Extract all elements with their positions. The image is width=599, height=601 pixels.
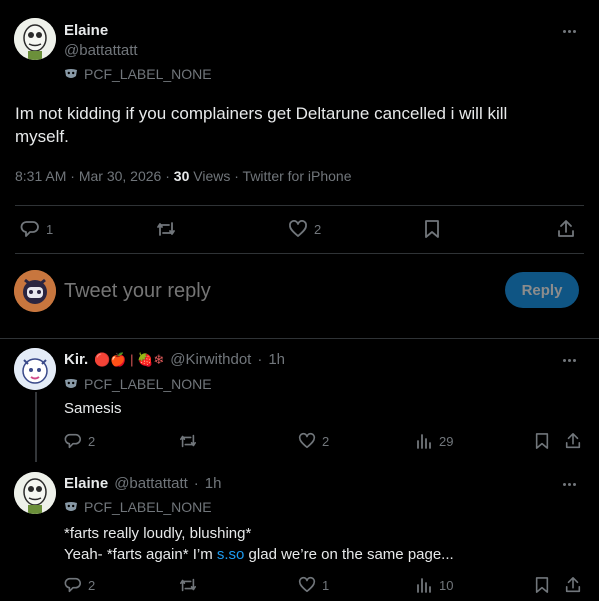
reply-avatar[interactable]	[14, 472, 56, 514]
reply-button[interactable]: 2	[64, 432, 95, 450]
reply-time[interactable]: 1h	[205, 475, 222, 492]
reply-time[interactable]: 1h	[268, 351, 285, 368]
more-options-button[interactable]	[563, 30, 576, 33]
heart-icon	[289, 220, 307, 237]
more-options-button[interactable]	[563, 359, 576, 362]
views-count: 10	[439, 577, 454, 593]
views-count: 30	[173, 168, 190, 184]
reply-text: *farts really loudly, blushing* Yeah- *f…	[64, 523, 454, 565]
retweet-icon	[179, 578, 197, 592]
more-icon	[563, 483, 576, 486]
share-button[interactable]	[556, 219, 576, 239]
author-avatar[interactable]	[14, 18, 56, 60]
reply-author-handle[interactable]: @Kirwithdot	[170, 351, 251, 368]
reply-author-handle[interactable]: @battattatt	[114, 475, 188, 492]
like-button[interactable]: 2	[288, 219, 321, 239]
retweet-icon	[179, 434, 197, 448]
author-name[interactable]: Elaine	[64, 22, 108, 39]
reply-button[interactable]: 2	[64, 576, 95, 594]
retweet-icon	[157, 222, 175, 236]
analytics-icon	[417, 434, 431, 449]
views-button[interactable]: 10	[415, 576, 453, 594]
like-count: 2	[322, 433, 330, 449]
bookmark-icon	[535, 433, 549, 449]
reply-count: 2	[88, 433, 96, 449]
reply-text-segment: Yeah- *farts again* I’m	[64, 546, 217, 563]
bookmark-button[interactable]	[534, 576, 550, 594]
reply-author-name[interactable]: Elaine	[64, 475, 108, 492]
tweet-date[interactable]: Mar 30, 2026	[79, 168, 162, 184]
heart-icon	[298, 432, 316, 449]
share-button[interactable]	[564, 432, 582, 450]
account-label-text: PCF_LABEL_NONE	[84, 376, 212, 392]
current-user-avatar[interactable]	[14, 270, 56, 312]
views-count: 29	[439, 433, 454, 449]
like-count: 1	[322, 577, 330, 593]
tweet-meta: 8:31 AM · Mar 30, 2026 · 30 Views · Twit…	[15, 168, 352, 184]
account-label: PCF_LABEL_NONE	[64, 66, 212, 82]
analytics-icon	[417, 578, 431, 593]
account-label: PCF_LABEL_NONE	[64, 499, 212, 515]
mask-icon	[65, 502, 77, 511]
like-button[interactable]: 2	[298, 432, 329, 450]
divider	[0, 338, 599, 339]
share-icon	[565, 432, 581, 449]
heart-icon	[298, 576, 316, 593]
reply-text-segment: glad we’re on the same page...	[244, 546, 454, 563]
name-emoji: 🔴🍎 | 🍓❄	[94, 351, 165, 367]
divider	[15, 253, 584, 254]
reply-icon	[64, 577, 81, 593]
text-link[interactable]: s.so	[217, 546, 245, 563]
reply-header: Elaine @battattatt · 1h	[64, 475, 222, 492]
share-icon	[565, 576, 581, 593]
views-button[interactable]: 29	[415, 432, 453, 450]
reply-count: 1	[46, 221, 54, 237]
bookmark-icon	[535, 577, 549, 593]
retweet-button[interactable]	[178, 576, 198, 594]
reply-text: Samesis	[64, 400, 122, 417]
more-icon	[563, 30, 576, 33]
bookmark-button[interactable]	[423, 219, 441, 239]
tweet-text: Im not kidding if you complainers get De…	[15, 104, 508, 146]
reply-avatar[interactable]	[14, 348, 56, 390]
share-button[interactable]	[564, 576, 582, 594]
reply-icon	[20, 221, 39, 237]
account-label: PCF_LABEL_NONE	[64, 376, 212, 392]
account-label-text: PCF_LABEL_NONE	[84, 66, 212, 82]
reply-count: 2	[88, 577, 96, 593]
reply-submit-button[interactable]: Reply	[505, 272, 579, 308]
views-label: Views	[193, 168, 231, 184]
reply-text-line: *farts really loudly, blushing*	[64, 525, 252, 542]
more-options-button[interactable]	[563, 483, 576, 486]
divider	[15, 205, 584, 206]
reply-submit-label: Reply	[521, 281, 563, 299]
mask-icon	[65, 379, 77, 388]
tweet-time[interactable]: 8:31 AM	[15, 168, 66, 184]
retweet-button[interactable]	[178, 432, 198, 450]
reply-author-name[interactable]: Kir.	[64, 351, 88, 368]
like-count: 2	[314, 221, 322, 237]
like-button[interactable]: 1	[298, 576, 329, 594]
reply-input[interactable]	[64, 277, 424, 305]
bookmark-button[interactable]	[534, 432, 550, 450]
reply-button[interactable]: 1	[20, 219, 53, 239]
mask-icon	[65, 69, 77, 78]
account-label-text: PCF_LABEL_NONE	[84, 499, 212, 515]
reply-icon	[64, 433, 81, 449]
retweet-button[interactable]	[155, 219, 183, 239]
tweet-source[interactable]: Twitter for iPhone	[243, 168, 352, 184]
thread-line	[35, 392, 37, 462]
bookmark-icon	[425, 220, 439, 238]
reply-header: Kir. 🔴🍎 | 🍓❄ @Kirwithdot · 1h	[64, 351, 286, 368]
share-icon	[558, 220, 574, 237]
author-handle[interactable]: @battattatt	[64, 42, 138, 59]
more-icon	[563, 359, 576, 362]
reply-text-line: Yeah- *farts again* I’m s.so glad we’re …	[64, 544, 454, 565]
